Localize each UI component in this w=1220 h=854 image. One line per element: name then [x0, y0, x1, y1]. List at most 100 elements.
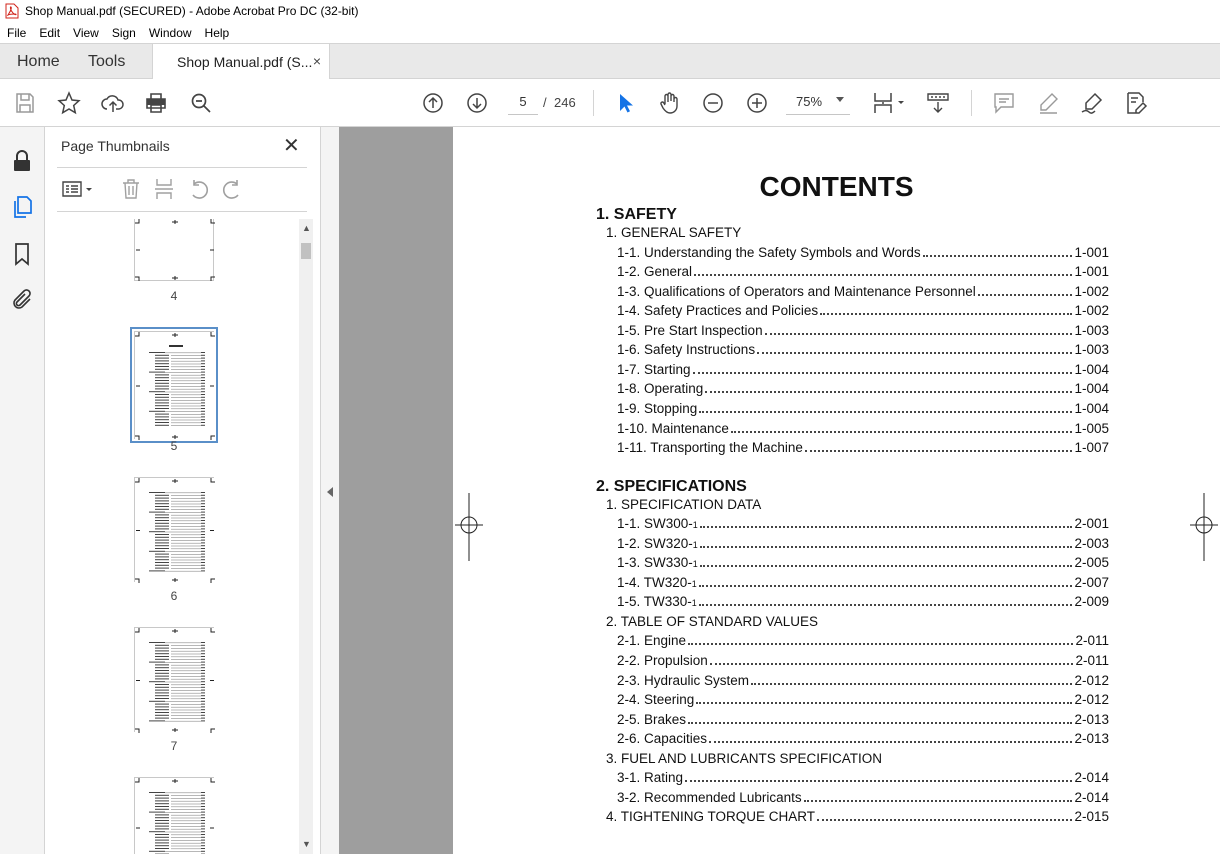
registration-mark: [1190, 493, 1218, 561]
toc-leader-dots: [751, 682, 1073, 685]
toc-entry[interactable]: 1-8. Operating 1-004: [617, 381, 1109, 399]
toc-entry-page: 2-011: [1075, 633, 1109, 649]
page-thumbnail[interactable]: [130, 327, 218, 443]
print-icon[interactable]: [144, 91, 168, 115]
delete-page-icon[interactable]: [120, 178, 142, 200]
acrobat-pdf-icon: [5, 3, 19, 19]
comment-icon[interactable]: [992, 91, 1016, 115]
star-icon[interactable]: [57, 91, 81, 115]
toc-entry[interactable]: 1-1. SW300-1 2-001: [617, 516, 1109, 534]
page-thumbnail[interactable]: [134, 219, 215, 281]
toc-entry[interactable]: 2-4. Steering 2-012: [617, 692, 1109, 710]
upload-cloud-icon[interactable]: [101, 91, 125, 115]
toc-entry-page: 2-009: [1074, 594, 1109, 610]
toc-entry[interactable]: 1-3. Qualifications of Operators and Mai…: [617, 284, 1109, 302]
toc-leader-dots: [699, 545, 1073, 548]
thumbnail-page-number: 7: [170, 739, 178, 753]
bookmark-icon[interactable]: [10, 242, 34, 266]
tab-bar: Home Tools Shop Manual.pdf (S... ×: [0, 43, 1220, 80]
toc-entry[interactable]: 2-3. Hydraulic System 2-012: [617, 673, 1109, 691]
document-view[interactable]: CONTENTS 1. SAFETY 1. GENERAL SAFETY 1-1. …: [339, 127, 1220, 854]
toc-entry[interactable]: 3-1. Rating 2-014: [617, 770, 1109, 788]
next-page-icon[interactable]: [465, 91, 489, 115]
toc-entry-label: 1-4. Safety Practices and Policies: [617, 303, 819, 319]
scroll-mode-icon[interactable]: [926, 91, 950, 115]
highlight-pen-icon[interactable]: [1036, 91, 1060, 115]
toc-entry[interactable]: 1-9. Stopping 1-004: [617, 401, 1109, 419]
edit-pdf-icon[interactable]: [1124, 91, 1148, 115]
toc-entry[interactable]: 1-10. Maintenance 1-005: [617, 421, 1109, 439]
page-thumbnail[interactable]: [134, 627, 215, 733]
toc-entry[interactable]: 1-7. Starting 1-004: [617, 362, 1109, 380]
search-zoom-icon[interactable]: [189, 91, 213, 115]
toc-entry[interactable]: 1-5. TW330-1 2-009: [617, 594, 1109, 612]
toc-entry[interactable]: 1-11. Transporting the Machine 1-007: [617, 440, 1109, 458]
scroll-up-arrow-icon[interactable]: ▲: [302, 223, 311, 233]
rotate-right-icon[interactable]: [221, 178, 243, 200]
fill-sign-icon[interactable]: [1080, 91, 1104, 115]
attachment-icon[interactable]: [10, 288, 34, 312]
thumbnail-scrollbar[interactable]: ▲ ▼: [299, 219, 313, 854]
toc-entry-label: 1-6. Safety Instructions: [617, 342, 756, 358]
zoom-in-icon[interactable]: [745, 91, 769, 115]
pages-icon[interactable]: [10, 195, 34, 219]
menu-sign[interactable]: Sign: [105, 26, 142, 40]
left-navigation-rail: [0, 127, 45, 854]
toc-entry[interactable]: 1-1. Understanding the Safety Symbols an…: [617, 245, 1109, 263]
scrollbar-thumb[interactable]: [301, 243, 311, 259]
toc-entry-label: 1-10. Maintenance: [617, 420, 729, 436]
toc-entry[interactable]: 1-5. Pre Start Inspection 1-003: [617, 323, 1109, 341]
hand-tool-icon[interactable]: [657, 91, 681, 115]
toc-entry[interactable]: 1-2. General 1-001: [617, 264, 1109, 282]
toc-entry-page: 2-013: [1074, 731, 1109, 747]
page-thumbnail[interactable]: [134, 477, 215, 583]
page-number-input[interactable]: [508, 89, 538, 115]
thumbnail-preview: [135, 219, 215, 281]
tab-home[interactable]: Home: [17, 44, 60, 79]
lock-icon[interactable]: [10, 149, 34, 173]
close-tab-icon[interactable]: ×: [313, 53, 321, 69]
page-thumbnail[interactable]: [134, 777, 215, 854]
save-icon[interactable]: [13, 91, 37, 115]
toc-leader-dots: [730, 430, 1073, 433]
total-pages: 246: [554, 95, 576, 110]
tab-tools[interactable]: Tools: [88, 44, 125, 79]
toc-leader-dots: [764, 332, 1073, 335]
toc-entry-label: 1-1. SW300-1: [617, 516, 698, 532]
rotate-left-icon[interactable]: [188, 178, 210, 200]
panel-splitter[interactable]: [320, 127, 339, 854]
scroll-down-arrow-icon[interactable]: ▼: [302, 839, 311, 849]
toc-entry[interactable]: 2-2. Propulsion 2-011: [617, 653, 1109, 671]
toc-entry[interactable]: 3-2. Recommended Lubricants 2-014: [617, 790, 1109, 808]
collapse-panel-arrow-icon[interactable]: [327, 487, 333, 497]
close-panel-icon[interactable]: ✕: [283, 136, 300, 156]
menu-edit[interactable]: Edit: [32, 26, 66, 40]
zoom-out-icon[interactable]: [701, 91, 725, 115]
tab-document[interactable]: Shop Manual.pdf (S... ×: [152, 43, 330, 80]
menu-window[interactable]: Window: [142, 26, 198, 40]
menu-file[interactable]: File: [0, 26, 32, 40]
toc-entry[interactable]: 1-6. Safety Instructions 1-003: [617, 342, 1109, 360]
zoom-level-dropdown[interactable]: 75%: [786, 89, 850, 115]
menu-view[interactable]: View: [66, 26, 105, 40]
toc-entry[interactable]: 4. TIGHTENING TORQUE CHART 2-015: [606, 809, 1109, 827]
toc-entry-label: 1-3. SW330-1: [617, 555, 698, 571]
toc-leader-dots: [699, 526, 1073, 529]
toc-leader-dots: [696, 702, 1073, 705]
section-heading: 2. SPECIFICATIONS: [596, 477, 747, 495]
toc-entry[interactable]: 1-4. TW320-1 2-007: [617, 575, 1109, 593]
extract-pages-icon[interactable]: [153, 178, 175, 200]
toc-entry[interactable]: 1-3. SW330-1 2-005: [617, 555, 1109, 573]
menu-help[interactable]: Help: [198, 26, 236, 40]
select-cursor-icon[interactable]: [613, 91, 637, 115]
toc-entry-label: 2-6. Capacities: [617, 731, 708, 747]
toc-entry[interactable]: 2-5. Brakes 2-013: [617, 712, 1109, 730]
page-display-icon[interactable]: [872, 91, 906, 115]
thumbnail-options-icon[interactable]: [61, 178, 95, 200]
toc-entry[interactable]: 1-4. Safety Practices and Policies 1-002: [617, 303, 1109, 321]
toc-entry-page: 2-003: [1074, 535, 1109, 551]
previous-page-icon[interactable]: [421, 91, 445, 115]
toc-entry[interactable]: 1-2. SW320-1 2-003: [617, 536, 1109, 554]
toc-entry[interactable]: 2-6. Capacities 2-013: [617, 731, 1109, 749]
toc-entry[interactable]: 2-1. Engine 2-011: [617, 633, 1109, 651]
